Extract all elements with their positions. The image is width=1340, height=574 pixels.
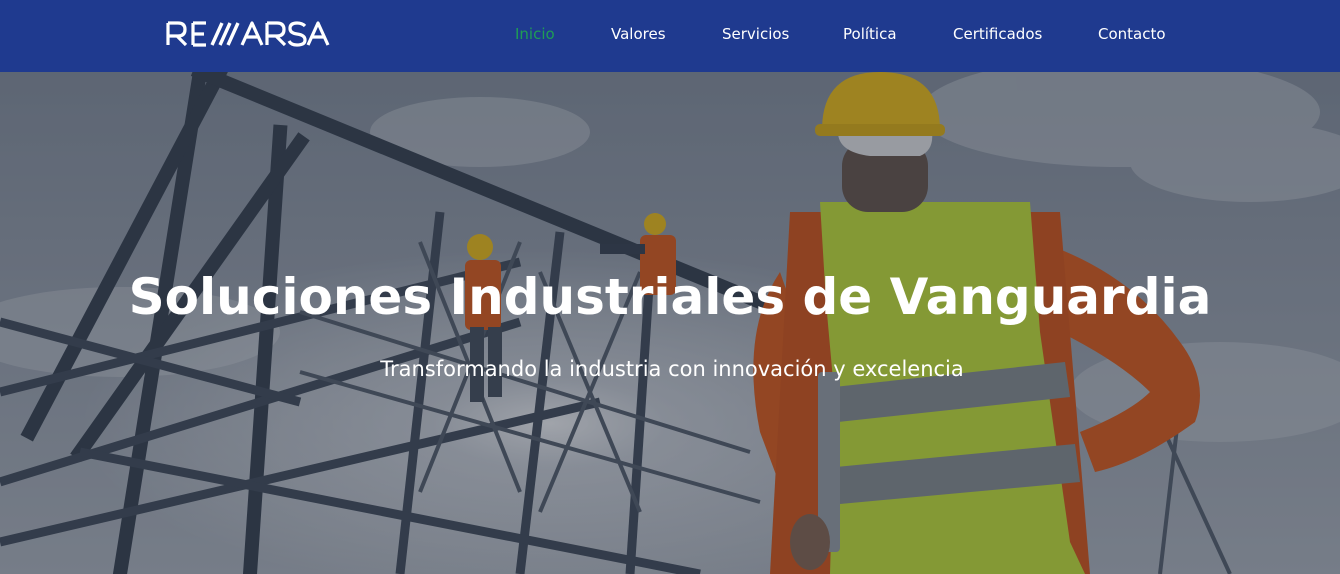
nav-link-certificados[interactable]: Certificados [953, 24, 1042, 44]
nav-link-servicios[interactable]: Servicios [722, 24, 789, 44]
nav-link-politica[interactable]: Política [843, 24, 897, 44]
nav-link-valores[interactable]: Valores [611, 24, 666, 44]
nav-link-contacto[interactable]: Contacto [1098, 24, 1166, 44]
nav-link-inicio[interactable]: Inicio [515, 24, 555, 44]
main-nav: Inicio Valores Servicios Política Certif… [0, 0, 1340, 72]
navbar: Inicio Valores Servicios Política Certif… [0, 0, 1340, 72]
hero-section: Soluciones Industriales de Vanguardia Tr… [0, 72, 1340, 574]
hero-subtitle: Transformando la industria con innovació… [380, 357, 964, 381]
hero-title: Soluciones Industriales de Vanguardia [128, 268, 1212, 326]
